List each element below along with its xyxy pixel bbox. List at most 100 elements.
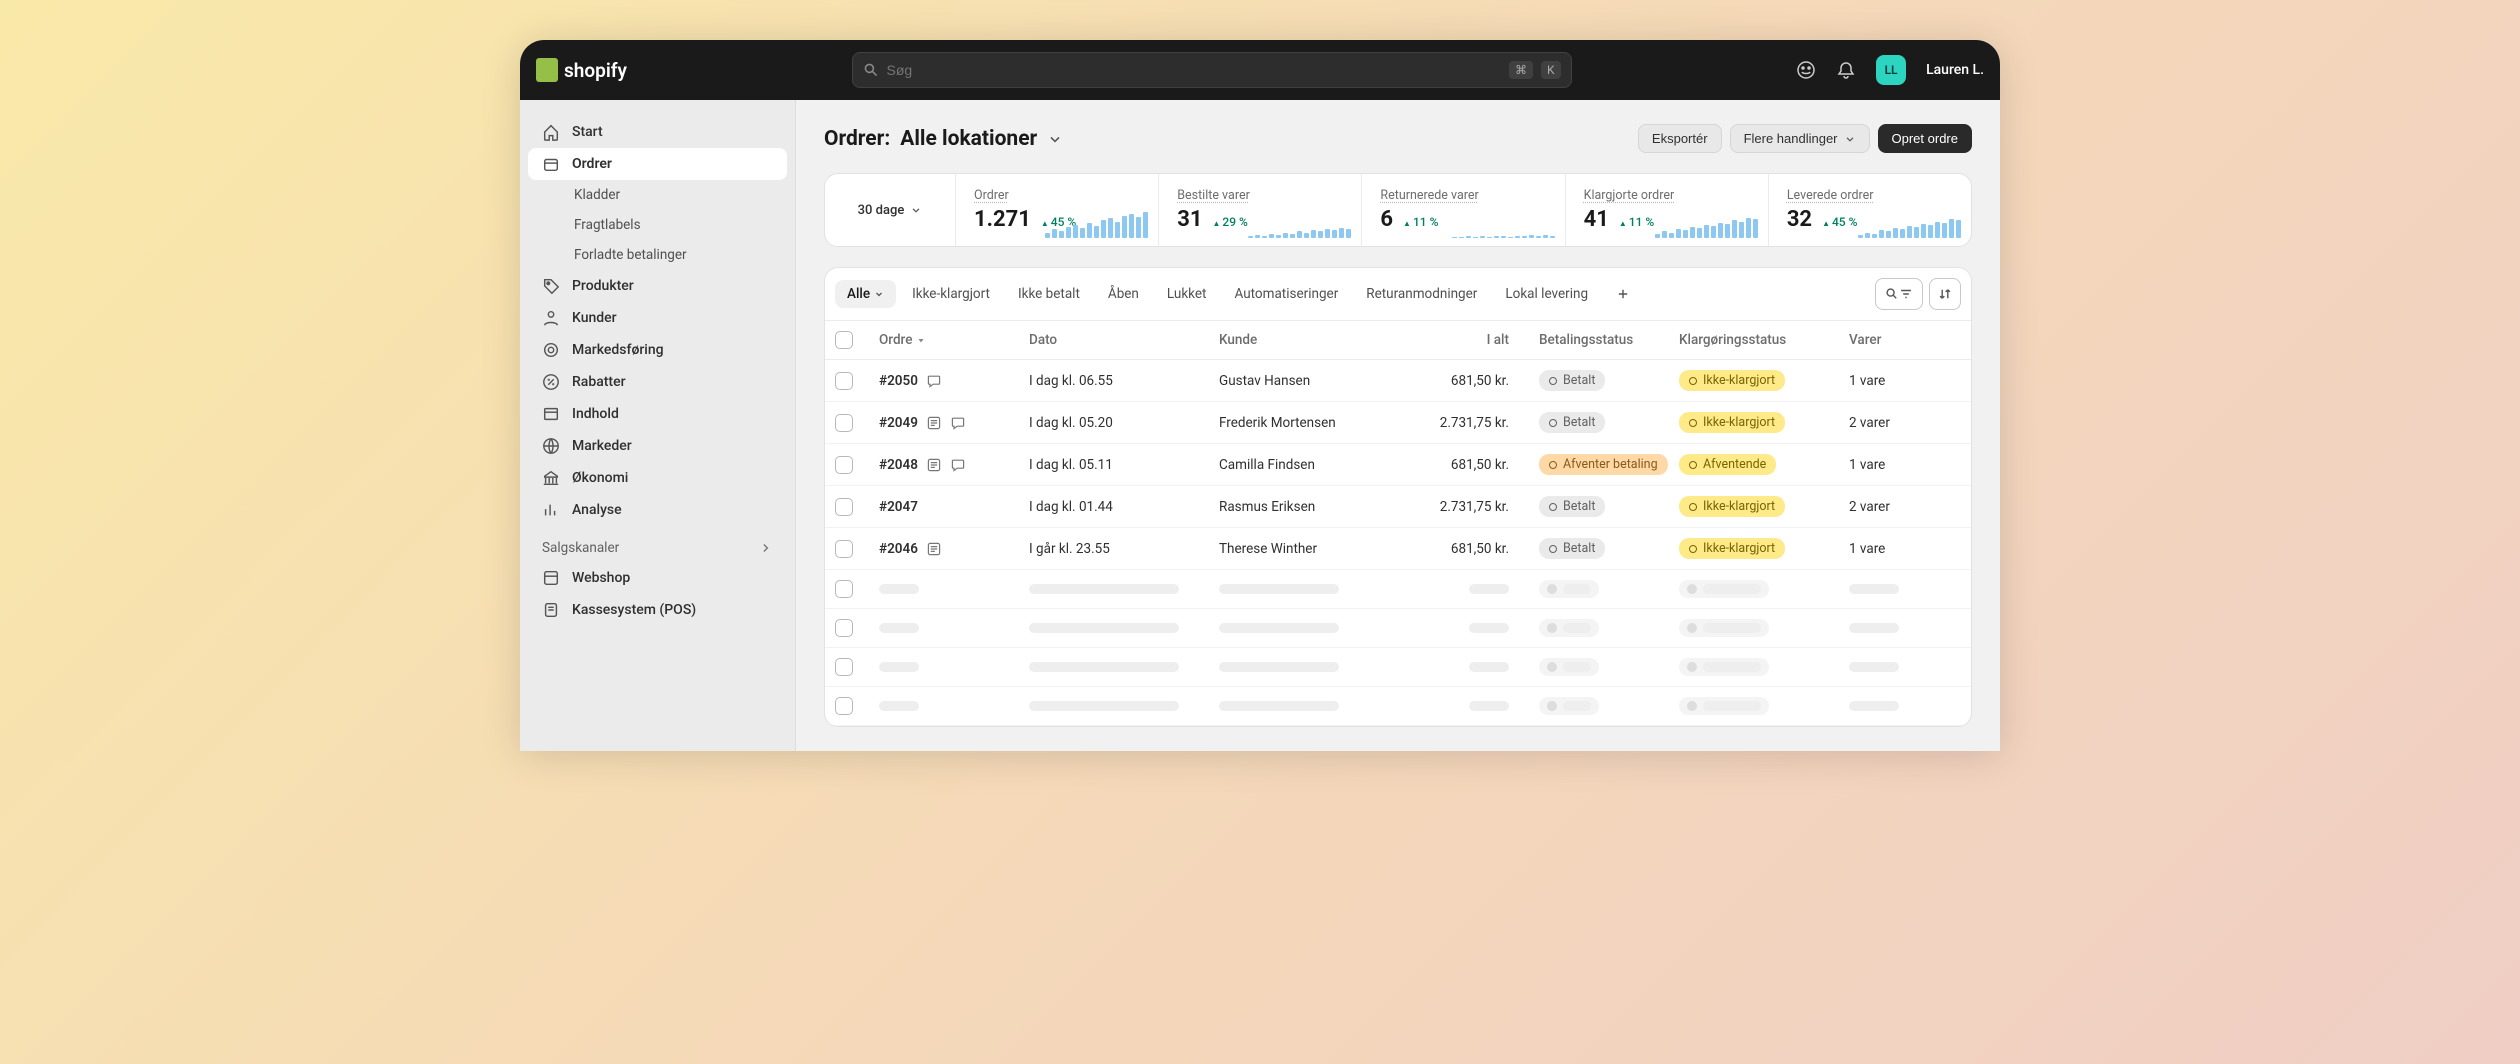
sidebar-item-rabatter[interactable]: Rabatter bbox=[528, 366, 787, 398]
create-order-button[interactable]: Opret ordre bbox=[1878, 124, 1972, 153]
row-checkbox bbox=[835, 619, 853, 637]
skeleton bbox=[1679, 580, 1769, 598]
chevron-down-icon[interactable] bbox=[1047, 131, 1063, 147]
face-icon[interactable] bbox=[1796, 60, 1816, 80]
stat-label: Leverede ordrer bbox=[1787, 188, 1953, 203]
tab-automatiseringer[interactable]: Automatiseringer bbox=[1222, 280, 1350, 308]
sidebar-item-kunder[interactable]: Kunder bbox=[528, 302, 787, 334]
item-count: 1 vare bbox=[1849, 541, 1939, 557]
row-checkbox bbox=[835, 697, 853, 715]
shopify-bag-icon bbox=[536, 58, 558, 82]
date-range-selector[interactable]: 30 dage bbox=[825, 174, 955, 246]
skeleton bbox=[1849, 623, 1899, 633]
row-checkbox[interactable] bbox=[835, 414, 853, 432]
note-icon bbox=[926, 541, 942, 557]
sidebar-item-produkter[interactable]: Produkter bbox=[528, 270, 787, 302]
stat-card[interactable]: Returnerede varer611 % bbox=[1361, 174, 1564, 246]
tab-returanmodninger[interactable]: Returanmodninger bbox=[1354, 280, 1489, 308]
stat-card[interactable]: Leverede ordrer3245 % bbox=[1768, 174, 1971, 246]
stat-card[interactable]: Bestilte varer3129 % bbox=[1158, 174, 1361, 246]
chevron-down-icon bbox=[1844, 133, 1856, 145]
search-input[interactable] bbox=[887, 62, 1501, 78]
tag-icon bbox=[542, 277, 560, 295]
bell-icon[interactable] bbox=[1836, 60, 1856, 80]
search-icon bbox=[1885, 287, 1899, 301]
tab-ikke-betalt[interactable]: Ikke betalt bbox=[1006, 280, 1092, 308]
stat-value: 32 bbox=[1787, 207, 1812, 232]
order-id[interactable]: #2048 bbox=[879, 457, 1029, 473]
item-count: 1 vare bbox=[1849, 373, 1939, 389]
skeleton bbox=[1219, 701, 1339, 711]
table-row[interactable]: #2049I dag kl. 05.20Frederik Mortensen2.… bbox=[825, 402, 1971, 444]
stat-delta: 11 % bbox=[1619, 215, 1654, 229]
fulfillment-badge: Afventende bbox=[1679, 454, 1776, 475]
row-checkbox[interactable] bbox=[835, 456, 853, 474]
sidebar-item-markeder[interactable]: Markeder bbox=[528, 430, 787, 462]
sidebar-item-markedsføring[interactable]: Markedsføring bbox=[528, 334, 787, 366]
col-total[interactable]: I alt bbox=[1399, 332, 1509, 348]
chevron-right-icon[interactable] bbox=[759, 541, 773, 555]
order-date: I dag kl. 01.44 bbox=[1029, 499, 1219, 515]
pos-icon bbox=[542, 601, 560, 619]
tab-lokal-levering[interactable]: Lokal levering bbox=[1493, 280, 1600, 308]
skeleton bbox=[1849, 584, 1899, 594]
stat-value: 1.271 bbox=[974, 207, 1031, 232]
channel-item[interactable]: Webshop bbox=[528, 562, 787, 594]
sidebar-item-indhold[interactable]: Indhold bbox=[528, 398, 787, 430]
col-customer[interactable]: Kunde bbox=[1219, 332, 1399, 348]
col-date[interactable]: Dato bbox=[1029, 332, 1219, 348]
add-tab-button[interactable] bbox=[1604, 281, 1642, 307]
tab-lukket[interactable]: Lukket bbox=[1155, 280, 1219, 308]
table-row[interactable]: #2047I dag kl. 01.44Rasmus Eriksen2.731,… bbox=[825, 486, 1971, 528]
skeleton-row bbox=[825, 570, 1971, 609]
sidebar-item-analyse[interactable]: Analyse bbox=[528, 494, 787, 526]
export-button[interactable]: Eksportér bbox=[1638, 124, 1722, 153]
tab-åben[interactable]: Åben bbox=[1096, 280, 1151, 308]
sidebar-item-fragtlabels[interactable]: Fragtlabels bbox=[528, 210, 787, 240]
customer-name[interactable]: Gustav Hansen bbox=[1219, 373, 1399, 389]
row-checkbox[interactable] bbox=[835, 498, 853, 516]
customer-name[interactable]: Camilla Findsen bbox=[1219, 457, 1399, 473]
search-filter-button[interactable] bbox=[1875, 278, 1923, 310]
globe-icon bbox=[542, 437, 560, 455]
stat-card[interactable]: Klargjorte ordrer4111 % bbox=[1565, 174, 1768, 246]
stat-card[interactable]: Ordrer1.27145 % bbox=[955, 174, 1158, 246]
table-row[interactable]: #2048I dag kl. 05.11Camilla Findsen681,5… bbox=[825, 444, 1971, 486]
brand-name: shopify bbox=[564, 59, 627, 82]
user-name[interactable]: Lauren L. bbox=[1926, 62, 1984, 78]
sidebar-item-økonomi[interactable]: Økonomi bbox=[528, 462, 787, 494]
customer-name[interactable]: Frederik Mortensen bbox=[1219, 415, 1399, 431]
sidebar-item-start[interactable]: Start bbox=[528, 116, 787, 148]
col-items[interactable]: Varer bbox=[1849, 332, 1939, 348]
tab-alle[interactable]: Alle bbox=[835, 280, 896, 308]
order-id[interactable]: #2046 bbox=[879, 541, 1029, 557]
select-all-checkbox[interactable] bbox=[835, 331, 853, 349]
table-row[interactable]: #2050I dag kl. 06.55Gustav Hansen681,50 … bbox=[825, 360, 1971, 402]
col-fulfillment[interactable]: Klargøringsstatus bbox=[1679, 332, 1849, 348]
sidebar-item-kladder[interactable]: Kladder bbox=[528, 180, 787, 210]
order-id[interactable]: #2049 bbox=[879, 415, 1029, 431]
order-id[interactable]: #2047 bbox=[879, 499, 1029, 515]
customer-name[interactable]: Rasmus Eriksen bbox=[1219, 499, 1399, 515]
skeleton-row bbox=[825, 687, 1971, 726]
col-payment[interactable]: Betalingsstatus bbox=[1509, 332, 1679, 348]
table-header: Ordre Dato Kunde I alt Betalingsstatus K… bbox=[825, 321, 1971, 360]
avatar[interactable]: LL bbox=[1876, 55, 1906, 85]
stat-label: Returnerede varer bbox=[1380, 188, 1546, 203]
main-content: Ordrer: Alle lokationer Eksportér Flere … bbox=[796, 100, 2000, 751]
order-id[interactable]: #2050 bbox=[879, 373, 1029, 389]
customer-name[interactable]: Therese Winther bbox=[1219, 541, 1399, 557]
sidebar-item-forladte-betalinger[interactable]: Forladte betalinger bbox=[528, 240, 787, 270]
more-actions-button[interactable]: Flere handlinger bbox=[1730, 124, 1870, 153]
channel-item[interactable]: Kassesystem (POS) bbox=[528, 594, 787, 626]
tab-ikke-klargjort[interactable]: Ikke-klargjort bbox=[900, 280, 1002, 308]
table-row[interactable]: #2046I går kl. 23.55Therese Winther681,5… bbox=[825, 528, 1971, 570]
logo[interactable]: shopify bbox=[536, 58, 627, 82]
location-selector[interactable]: Alle lokationer bbox=[900, 127, 1037, 151]
sidebar-item-ordrer[interactable]: Ordrer bbox=[528, 148, 787, 180]
row-checkbox[interactable] bbox=[835, 540, 853, 558]
row-checkbox[interactable] bbox=[835, 372, 853, 390]
sort-button[interactable] bbox=[1929, 278, 1961, 310]
col-order[interactable]: Ordre bbox=[879, 332, 1029, 348]
search-bar[interactable]: ⌘ K bbox=[852, 52, 1572, 88]
